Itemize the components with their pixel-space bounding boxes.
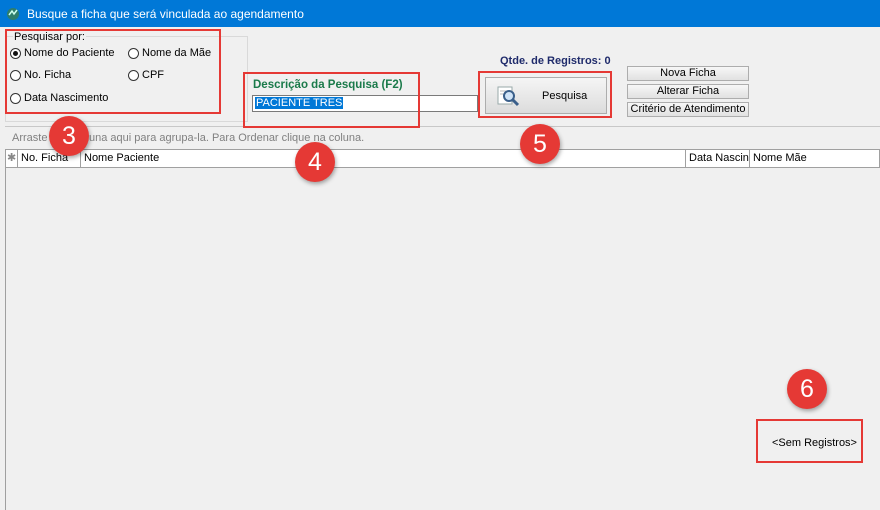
window-title: Busque a ficha que será vinculada ao age… bbox=[27, 6, 304, 21]
column-label: Data Nascin bbox=[689, 152, 749, 164]
asterisk-icon: ✱ bbox=[7, 152, 17, 164]
app-icon bbox=[7, 7, 19, 20]
column-data-nascimento[interactable]: Data Nascin bbox=[686, 150, 750, 167]
grid-header: ✱ No. Ficha Nome Paciente Data Nascin No… bbox=[5, 149, 880, 168]
criterio-atendimento-button[interactable]: Critério de Atendimento bbox=[627, 102, 749, 117]
records-count: Qtde. de Registros: 0 bbox=[500, 55, 611, 67]
nova-ficha-button[interactable]: Nova Ficha bbox=[627, 66, 749, 81]
grid-indicator-column[interactable]: ✱ bbox=[6, 150, 18, 167]
column-label: Nome Mãe bbox=[753, 152, 807, 164]
title-bar: Busque a ficha que será vinculada ao age… bbox=[0, 0, 880, 27]
highlight-box-pesquisa bbox=[478, 71, 612, 118]
callout-badge-4: 4 bbox=[295, 142, 335, 182]
highlight-box-search-by bbox=[5, 29, 221, 114]
column-nome-paciente[interactable]: Nome Paciente bbox=[81, 150, 686, 167]
column-nome-mae[interactable]: Nome Mãe bbox=[750, 150, 879, 167]
grid-body[interactable] bbox=[5, 168, 880, 510]
alterar-ficha-button[interactable]: Alterar Ficha bbox=[627, 84, 749, 99]
column-label: Nome Paciente bbox=[84, 152, 160, 164]
callout-badge-3: 3 bbox=[49, 116, 89, 156]
highlight-box-no-records bbox=[756, 419, 863, 463]
callout-badge-6: 6 bbox=[787, 369, 827, 409]
highlight-box-search-description bbox=[243, 72, 420, 128]
callout-badge-5: 5 bbox=[520, 124, 560, 164]
group-by-panel[interactable]: Arraste uma coluna aqui para agrupa-la. … bbox=[5, 126, 880, 148]
